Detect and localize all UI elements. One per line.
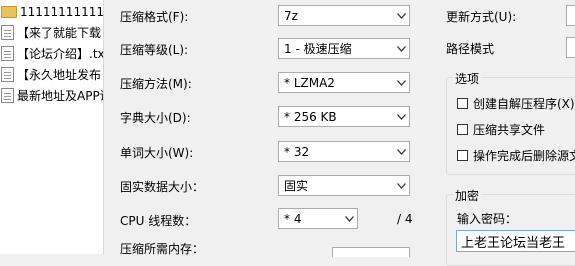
path-mode-label: 路径模式 <box>446 42 495 56</box>
file-name: 【来了就能下载 <box>17 25 102 40</box>
file-list-item[interactable]: 【永久地址发布 <box>0 64 103 84</box>
method-value: * LZMA2 <box>284 75 335 90</box>
file-list-item[interactable]: 【来了就能下载 <box>0 22 103 42</box>
update-mode-label: 更新方式(U): <box>446 10 517 24</box>
cpu-threads-max: / 4 <box>397 212 413 226</box>
create-sfx-label: 创建自解压程序(X) <box>473 97 575 111</box>
delete-after-checkbox[interactable]: 操作完成后删除源文 <box>457 147 575 164</box>
level-label: 压缩等级(L): <box>120 43 189 57</box>
checkbox-box[interactable] <box>457 150 468 161</box>
file-name: 【论坛介绍】.tx <box>17 46 104 61</box>
solid-block-label: 固实数据大小： <box>120 180 205 194</box>
solid-block-select[interactable]: 固实 <box>278 175 410 196</box>
path-mode-select[interactable] <box>566 37 575 58</box>
word-size-value: * 32 <box>284 144 310 159</box>
memory-value-field <box>332 247 410 257</box>
method-select[interactable]: * LZMA2 <box>278 72 410 93</box>
chevron-down-icon <box>393 107 409 126</box>
format-label: 压缩格式(F): <box>120 10 189 24</box>
file-list[interactable]: 111111111111 【来了就能下载 【论坛介绍】.tx 【永久地址发布 最… <box>0 0 104 254</box>
file-name: 111111111111 <box>20 5 104 19</box>
password-input[interactable]: 上老王论坛当老王 <box>456 230 575 252</box>
document-icon <box>1 87 14 103</box>
document-icon <box>1 24 14 40</box>
checkbox-box[interactable] <box>457 98 468 109</box>
format-value: 7z <box>284 8 298 23</box>
document-icon <box>1 66 14 82</box>
create-sfx-checkbox[interactable]: 创建自解压程序(X) <box>457 95 575 112</box>
password-value: 上老王论坛当老王 <box>461 235 566 251</box>
file-name: 最新地址及APP说 <box>17 88 104 103</box>
update-mode-select[interactable] <box>566 5 575 26</box>
options-group-title: 选项 <box>453 70 482 87</box>
folder-icon <box>1 6 17 18</box>
format-select[interactable]: 7z <box>278 5 410 26</box>
file-list-item[interactable]: 111111111111 <box>0 2 104 22</box>
level-value: 1 - 极速压缩 <box>284 42 352 56</box>
dictionary-select[interactable]: * 256 KB <box>278 106 410 127</box>
level-select[interactable]: 1 - 极速压缩 <box>278 38 410 59</box>
document-icon <box>1 45 14 61</box>
dictionary-label: 字典大小(D): <box>120 111 191 125</box>
chevron-down-icon <box>393 39 409 58</box>
checkbox-box[interactable] <box>457 124 468 135</box>
chevron-down-icon <box>341 209 357 228</box>
chevron-down-icon <box>393 73 409 92</box>
compress-shared-files-label: 压缩共享文件 <box>473 123 546 137</box>
memory-label: 压缩所需内存： <box>120 242 205 256</box>
file-list-item[interactable]: 【论坛介绍】.tx <box>0 43 104 63</box>
word-size-select[interactable]: * 32 <box>278 141 410 162</box>
cpu-threads-label: CPU 线程数： <box>120 214 197 228</box>
chevron-down-icon <box>393 176 409 195</box>
chevron-down-icon <box>393 6 409 25</box>
password-label: 输入密码： <box>457 212 518 226</box>
chevron-down-icon <box>393 142 409 161</box>
file-name: 【永久地址发布 <box>17 67 102 82</box>
method-label: 压缩方法(M): <box>120 77 192 91</box>
cpu-threads-select[interactable]: * 4 <box>278 208 358 229</box>
encryption-group-title: 加密 <box>453 187 482 204</box>
file-list-item[interactable]: 最新地址及APP说 <box>0 85 104 105</box>
cpu-threads-value: * 4 <box>284 211 302 226</box>
dictionary-value: * 256 KB <box>284 109 337 124</box>
delete-after-label: 操作完成后删除源文 <box>473 149 575 163</box>
compress-shared-files-checkbox[interactable]: 压缩共享文件 <box>457 121 545 138</box>
solid-block-value: 固实 <box>284 179 309 193</box>
word-size-label: 单词大小(W): <box>120 146 194 160</box>
